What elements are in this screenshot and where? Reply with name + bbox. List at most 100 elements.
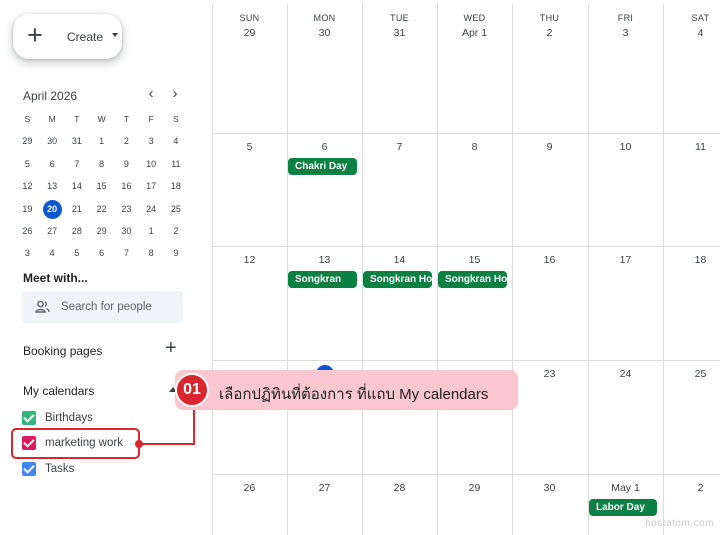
mini-day[interactable]: 2: [164, 222, 189, 244]
mini-day[interactable]: 12: [15, 177, 40, 199]
mini-day[interactable]: 24: [139, 200, 164, 222]
birthdays-checkbox[interactable]: [22, 411, 36, 425]
mini-day[interactable]: 11: [164, 155, 189, 177]
mini-day[interactable]: 14: [65, 177, 90, 199]
day-number[interactable]: 29: [437, 482, 512, 494]
day-number[interactable]: 25: [663, 368, 720, 380]
event-chip[interactable]: Chakri Day: [288, 158, 357, 175]
mini-day[interactable]: 13: [40, 177, 65, 199]
mini-week-row: 29 30 31 1 2 3 4: [15, 132, 190, 154]
mini-day[interactable]: 4: [164, 132, 189, 154]
grid-row-divider: [212, 360, 720, 361]
mini-day[interactable]: 6: [89, 244, 114, 266]
day-number[interactable]: 8: [437, 141, 512, 153]
day-number[interactable]: 15: [437, 254, 512, 266]
mini-day-number: 12: [22, 181, 33, 192]
mini-day[interactable]: 5: [65, 244, 90, 266]
mini-day[interactable]: 29: [15, 132, 40, 154]
event-chip[interactable]: Songkran Holiday: [438, 271, 507, 288]
day-header[interactable]: SAT 4: [663, 0, 720, 39]
mini-day[interactable]: 1: [89, 132, 114, 154]
mini-day[interactable]: 1: [139, 222, 164, 244]
mini-day[interactable]: 5: [15, 155, 40, 177]
day-number[interactable]: 18: [663, 254, 720, 266]
my-calendars-title[interactable]: My calendars: [23, 384, 94, 398]
day-number[interactable]: 12: [212, 254, 287, 266]
mini-day[interactable]: 21: [65, 200, 90, 222]
calendar-item-tasks[interactable]: Tasks: [22, 460, 74, 478]
day-number[interactable]: 9: [512, 141, 587, 153]
mini-day[interactable]: 30: [40, 132, 65, 154]
day-number[interactable]: 10: [588, 141, 663, 153]
mini-day[interactable]: 23: [114, 200, 139, 222]
mini-day[interactable]: 3: [139, 132, 164, 154]
mini-day-number: 1: [148, 225, 154, 236]
mini-day[interactable]: 25: [164, 200, 189, 222]
event-chip[interactable]: Songkran: [288, 271, 357, 288]
day-header[interactable]: FRI 3: [588, 0, 663, 39]
event-chip[interactable]: Songkran Holiday: [363, 271, 432, 288]
mini-day[interactable]: 19: [15, 200, 40, 222]
day-number[interactable]: 13: [287, 254, 362, 266]
day-number[interactable]: 7: [362, 141, 437, 153]
day-number[interactable]: 16: [512, 254, 587, 266]
day-number[interactable]: 26: [212, 482, 287, 494]
tasks-checkbox[interactable]: [22, 462, 36, 476]
day-number[interactable]: 27: [287, 482, 362, 494]
day-header[interactable]: THU 2: [512, 0, 587, 39]
day-number: 4: [697, 27, 704, 39]
add-booking-page-icon[interactable]: +: [165, 338, 177, 358]
create-button[interactable]: + Create: [13, 14, 122, 59]
mini-day[interactable]: 16: [114, 177, 139, 199]
mini-day-number: 8: [99, 158, 105, 169]
mini-day[interactable]: 8: [139, 244, 164, 266]
calendar-item-birthdays[interactable]: Birthdays: [22, 409, 93, 427]
mini-day[interactable]: 3: [15, 244, 40, 266]
mini-day[interactable]: 31: [65, 132, 90, 154]
weekday-label: SAT: [691, 13, 710, 23]
day-number[interactable]: 5: [212, 141, 287, 153]
mini-day[interactable]: 29: [89, 222, 114, 244]
day-header[interactable]: MON 30: [287, 0, 362, 39]
mini-day[interactable]: 22: [89, 200, 114, 222]
day-number[interactable]: 30: [512, 482, 587, 494]
mini-day[interactable]: 30: [114, 222, 139, 244]
mini-day[interactable]: 28: [65, 222, 90, 244]
caret-down-icon: [112, 33, 118, 37]
grid-column-divider: [588, 4, 589, 535]
day-number[interactable]: 2: [663, 482, 720, 494]
mini-day[interactable]: 20: [40, 199, 65, 222]
mini-day[interactable]: 15: [89, 177, 114, 199]
mini-day[interactable]: 17: [139, 177, 164, 199]
mini-day[interactable]: 8: [89, 155, 114, 177]
mini-day[interactable]: 2: [114, 132, 139, 154]
day-number[interactable]: May 1: [588, 482, 663, 494]
day-number: 2: [546, 27, 553, 39]
event-chip[interactable]: Labor Day: [589, 499, 657, 516]
mini-day[interactable]: 9: [114, 155, 139, 177]
mini-day[interactable]: 6: [40, 155, 65, 177]
day-header[interactable]: SUN 29: [212, 0, 287, 39]
day-number[interactable]: 6: [287, 141, 362, 153]
mini-day[interactable]: 26: [15, 222, 40, 244]
mini-day[interactable]: 27: [40, 222, 65, 244]
mini-day[interactable]: 4: [40, 244, 65, 266]
mini-day[interactable]: 18: [164, 177, 189, 199]
search-people-input[interactable]: Search for people: [22, 291, 183, 323]
mini-day[interactable]: 7: [65, 155, 90, 177]
day-number[interactable]: 17: [588, 254, 663, 266]
next-month-icon[interactable]: ›: [167, 86, 183, 103]
day-number[interactable]: 14: [362, 254, 437, 266]
mini-day[interactable]: 10: [139, 155, 164, 177]
mini-day[interactable]: 9: [164, 244, 189, 266]
grid-column-divider: [362, 4, 363, 535]
day-number[interactable]: 28: [362, 482, 437, 494]
day-number: 31: [393, 27, 406, 39]
day-header[interactable]: WED Apr 1: [437, 0, 512, 39]
day-number[interactable]: 23: [512, 368, 587, 380]
prev-month-icon[interactable]: ‹: [143, 86, 159, 103]
day-header[interactable]: TUE 31: [362, 0, 437, 39]
day-number[interactable]: 11: [663, 141, 720, 153]
day-number[interactable]: 24: [588, 368, 663, 380]
mini-day[interactable]: 7: [114, 244, 139, 266]
